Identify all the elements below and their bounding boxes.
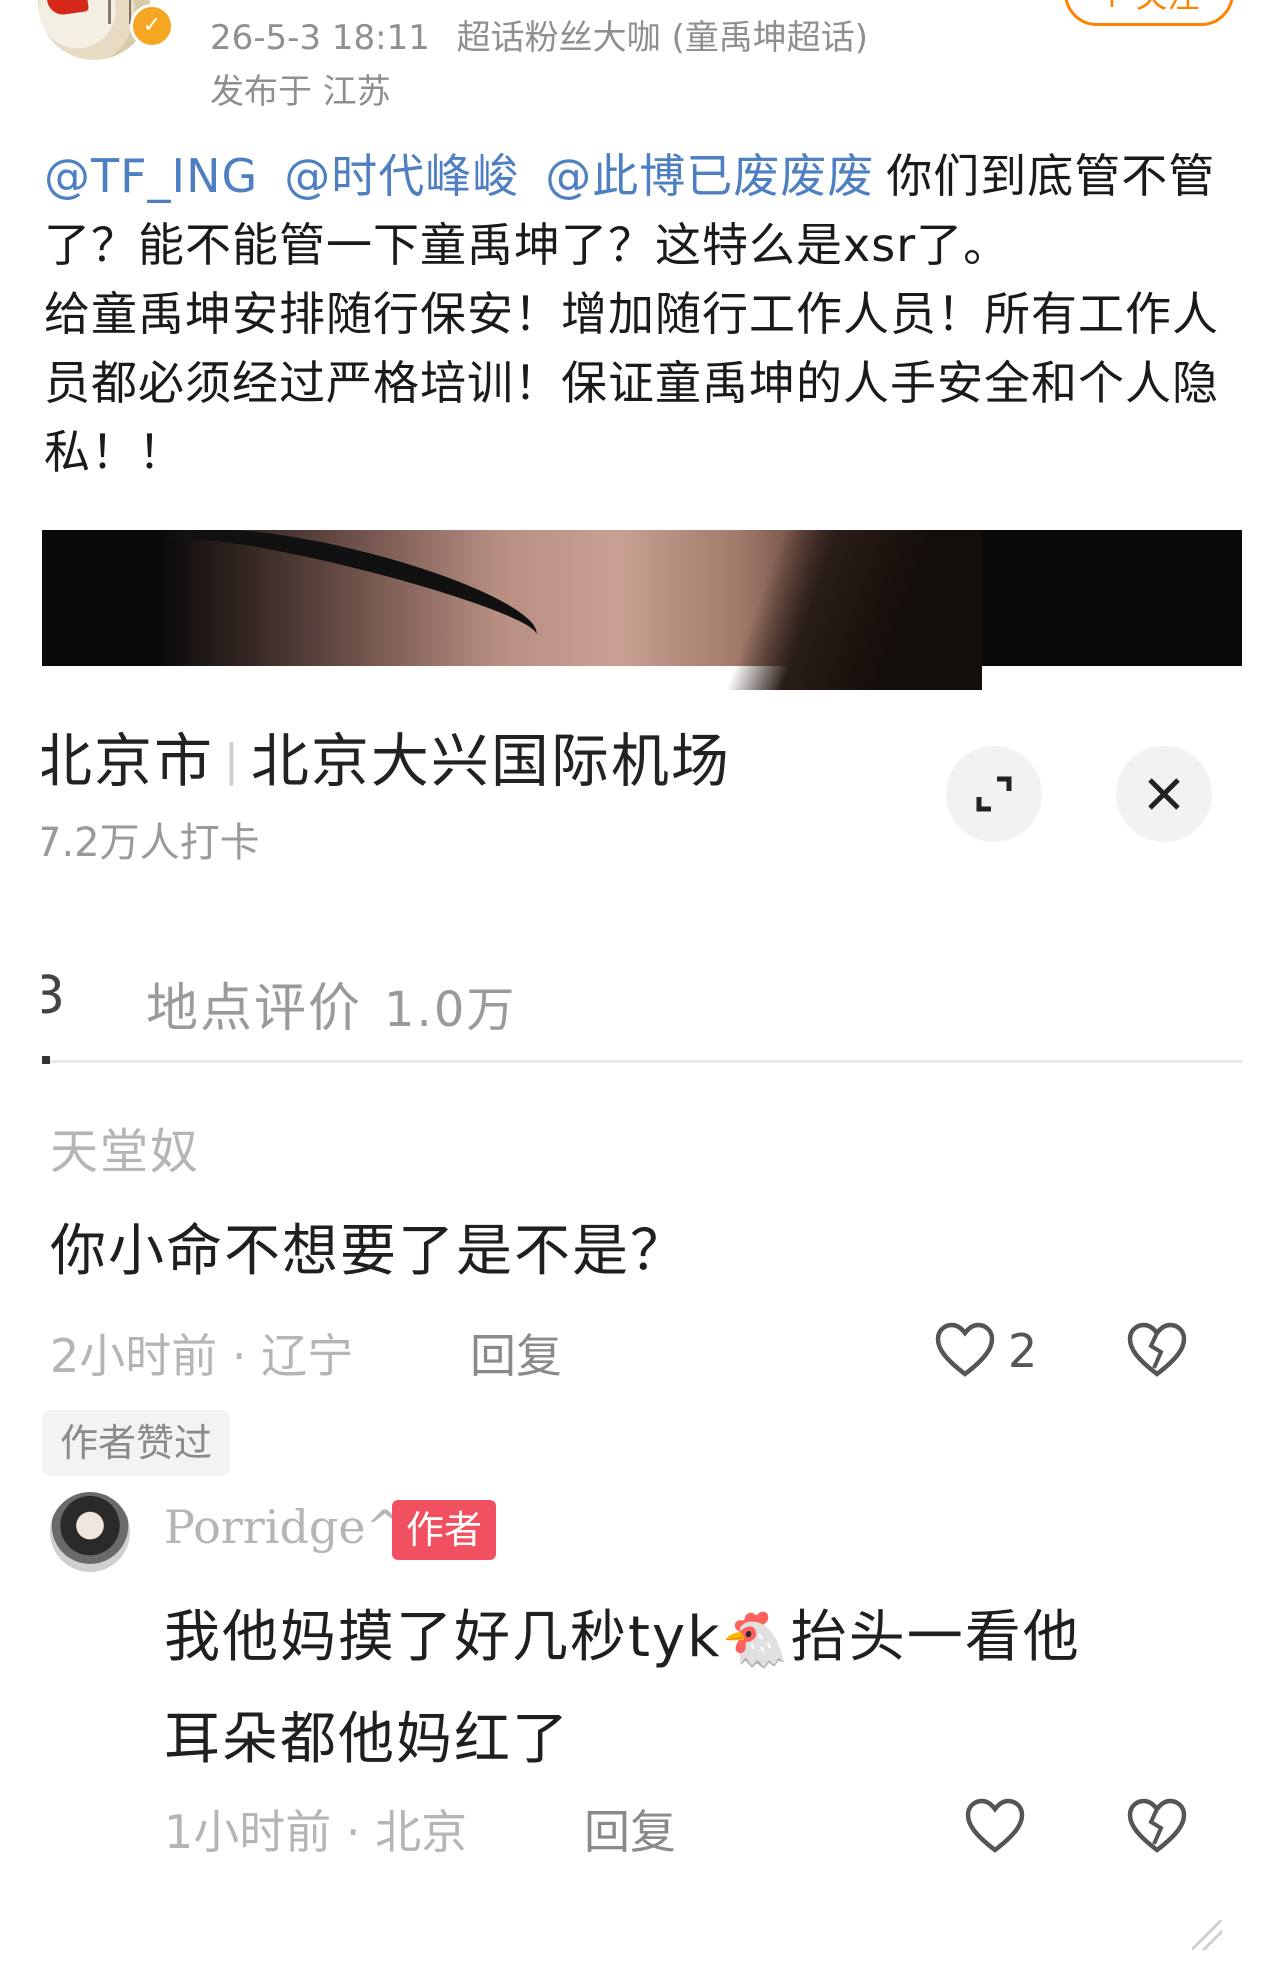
follow-button[interactable]: + 关注 bbox=[1064, 0, 1234, 26]
mention-link[interactable]: @TF_ING bbox=[44, 149, 258, 203]
tab-label: 地点评价 bbox=[146, 979, 363, 1039]
heart-icon[interactable] bbox=[964, 1796, 1026, 1858]
tab-partial[interactable]: 3 bbox=[42, 966, 65, 1026]
post-source[interactable]: 超话粉丝大咖 (童禹坤超话) bbox=[457, 18, 868, 58]
verified-badge-icon: ✓ bbox=[130, 4, 174, 48]
tab-count: 1.0万 bbox=[384, 982, 517, 1038]
photo-strip bbox=[42, 530, 1242, 690]
post-text-line: 了？能不能管一下童禹坤了？这特么是xsr了。 bbox=[44, 218, 1011, 272]
post-text-line: 私！！ bbox=[44, 425, 185, 479]
comment-time-location: 2小时前 · 辽宁 bbox=[50, 1329, 354, 1383]
tab-place-reviews[interactable]: 地点评价 1.0万 bbox=[146, 966, 516, 1041]
comment-username[interactable]: Porridge^ bbox=[164, 1500, 404, 1554]
like-count: 2 bbox=[1008, 1324, 1038, 1378]
tab-row: 3 地点评价 1.0万 bbox=[42, 950, 1242, 1070]
post-text-line: 给童禹坤安排随行保安！增加随行工作人员！所有工作人 bbox=[44, 287, 1219, 341]
post-author-avatar[interactable]: ✓ bbox=[38, 0, 174, 60]
place-city: 北京市 bbox=[42, 727, 215, 795]
post-time: 26-5-3 18:11 bbox=[210, 18, 430, 58]
post-meta: 26-5-3 18:11 超话粉丝大咖 (童禹坤超话) bbox=[210, 10, 884, 59]
checkin-count: 7.2万人打卡 bbox=[42, 820, 260, 866]
comment-username[interactable]: 天堂奴 bbox=[50, 1112, 200, 1182]
author-liked-badge: 作者赞过 bbox=[42, 1410, 231, 1476]
broken-heart-icon[interactable] bbox=[1126, 1320, 1188, 1382]
author-tag: 作者 bbox=[392, 1500, 497, 1560]
place-name: 北京大兴国际机场 bbox=[250, 727, 731, 795]
place-title: 北京市 | 北京大兴国际机场 bbox=[42, 714, 731, 798]
divider bbox=[42, 1060, 1242, 1063]
tab-indicator bbox=[42, 1056, 50, 1064]
reply-button[interactable]: 回复 bbox=[584, 1796, 676, 1862]
heart-icon[interactable] bbox=[934, 1320, 996, 1382]
post-text: @TF_ING @时代峰峻 @此博已废废废 你们到底管不管 了？能不能管一下童禹坤了？… bbox=[44, 142, 1244, 487]
close-button[interactable] bbox=[1116, 746, 1212, 842]
broken-heart-icon[interactable] bbox=[1126, 1796, 1188, 1858]
weibo-post-page: ✓ 26-5-3 18:11 超话粉丝大咖 (童禹坤超话) 发布于 江苏 + 关… bbox=[0, 0, 1284, 1971]
resize-handle-icon bbox=[1192, 1920, 1222, 1950]
expand-icon bbox=[976, 776, 1012, 812]
post-text-line: 员都必须经过严格培训！保证童禹坤的人手安全和个人隐 bbox=[44, 356, 1219, 410]
post-text-line: 你们到底管不管 bbox=[886, 149, 1216, 203]
embedded-screenshot[interactable]: 北京市 | 北京大兴国际机场 7.2万人打卡 3 地点评价 1.0万 天堂奴 你小命不… bbox=[42, 530, 1242, 1971]
mention-link[interactable]: @此博已废废废 bbox=[545, 149, 874, 203]
reply-button[interactable]: 回复 bbox=[470, 1320, 562, 1386]
expand-button[interactable] bbox=[946, 746, 1042, 842]
comment-text: 你小命不想要了是不是？ bbox=[50, 1219, 688, 1284]
avatar[interactable] bbox=[50, 1492, 130, 1572]
chicken-emoji-icon: 🐔 bbox=[721, 1608, 791, 1671]
close-icon bbox=[1148, 778, 1180, 810]
comment-time-location: 1小时前 · 北京 bbox=[164, 1805, 468, 1859]
post-location: 发布于 江苏 bbox=[210, 72, 391, 112]
comment-text: 我他妈摸了好几秒tyk🐔抬头一看他 耳朵都他妈红了 bbox=[164, 1588, 1224, 1790]
mention-link[interactable]: @时代峰峻 bbox=[284, 149, 519, 203]
